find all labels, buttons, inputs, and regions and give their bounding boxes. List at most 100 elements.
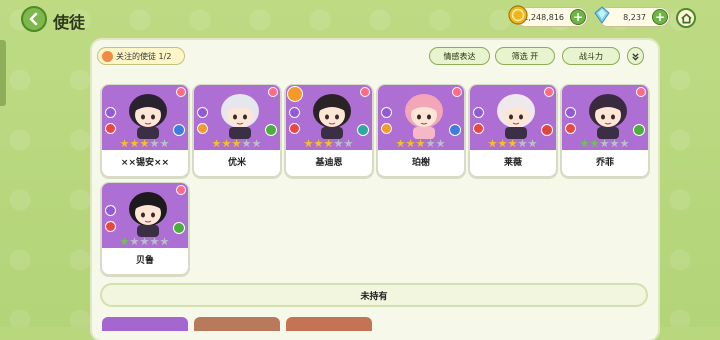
- apostle-name: ××锡安××: [120, 158, 170, 168]
- apostle-card[interactable]: 贝鲁: [102, 183, 188, 274]
- star-icon: [416, 139, 425, 148]
- apostle-card[interactable]: 优米: [194, 85, 280, 176]
- apostle-name: 乔菲: [595, 158, 614, 168]
- star-icon: [212, 139, 221, 148]
- unowned-card-peek[interactable]: [286, 317, 372, 331]
- expand-button[interactable]: [627, 47, 644, 65]
- red-arrow-icon[interactable]: [541, 124, 553, 136]
- followed-count: 1/2: [158, 51, 172, 61]
- home-button[interactable]: [676, 8, 696, 28]
- star-icon: [498, 139, 507, 148]
- star-rating: [120, 237, 169, 246]
- spiral-class-icon: [381, 107, 392, 118]
- apostle-name: 基迪恩: [315, 158, 343, 168]
- unowned-section-header[interactable]: 未持有: [102, 285, 646, 305]
- star-icon: [426, 139, 435, 148]
- crystal-gem-icon: [594, 6, 610, 24]
- teal-arrow-icon[interactable]: [357, 124, 369, 136]
- star-rating: [212, 139, 261, 148]
- bookmark-pin-icon: [636, 87, 646, 97]
- star-icon: [160, 237, 169, 246]
- spiral-class-icon: [105, 107, 116, 118]
- chibi-character-icon: [129, 94, 167, 139]
- side-tab[interactable]: [0, 40, 6, 106]
- star-icon: [344, 139, 353, 148]
- followed-apostles-filter[interactable]: 关注的使徒 1/2: [97, 47, 185, 65]
- blue-arrow-icon[interactable]: [173, 124, 185, 136]
- star-icon: [304, 139, 313, 148]
- sword-icon: [105, 123, 116, 134]
- gem-resource: 8,237 +: [594, 6, 670, 27]
- star-icon: [590, 139, 599, 148]
- bookmark-pin-icon: [268, 87, 278, 97]
- star-icon: [436, 139, 445, 148]
- bookmark-pin-icon: [176, 185, 186, 195]
- add-gold-button[interactable]: +: [570, 9, 586, 25]
- sword-icon: [105, 221, 116, 232]
- star-icon: [120, 237, 129, 246]
- green-arrow-icon[interactable]: [633, 124, 645, 136]
- apostle-name: 珀榭: [411, 158, 430, 168]
- apostle-portrait: [470, 85, 556, 150]
- chibi-character-icon: [221, 94, 259, 139]
- add-gem-button[interactable]: +: [652, 9, 668, 25]
- apostle-name: 贝鲁: [135, 256, 154, 266]
- apostle-name: 莱薇: [503, 158, 522, 168]
- green-arrow-icon[interactable]: [265, 124, 277, 136]
- apostle-card[interactable]: 珀榭: [378, 85, 464, 176]
- star-icon: [120, 139, 129, 148]
- spiral-class-icon: [289, 107, 300, 118]
- star-icon: [252, 139, 261, 148]
- unowned-card-peek[interactable]: [102, 317, 188, 331]
- followed-label: 关注的使徒: [116, 51, 156, 61]
- star-icon: [140, 237, 149, 246]
- chibi-character-icon: [589, 94, 627, 139]
- star-icon: [488, 139, 497, 148]
- star-icon: [580, 139, 589, 148]
- back-button[interactable]: [21, 6, 47, 32]
- cross-icon: [381, 123, 392, 134]
- spiral-class-icon: [565, 107, 576, 118]
- gold-amount: 1,248,816: [523, 12, 564, 22]
- apostle-name: 优米: [227, 158, 246, 168]
- star-icon: [222, 139, 231, 148]
- star-icon: [508, 139, 517, 148]
- star-icon: [600, 139, 609, 148]
- star-icon: [334, 139, 343, 148]
- favorite-heart-icon[interactable]: [287, 86, 303, 102]
- sort-power-button[interactable]: 战斗力: [562, 47, 620, 65]
- apostle-card[interactable]: ××锡安××: [102, 85, 188, 176]
- apostle-card[interactable]: 乔菲: [562, 85, 648, 176]
- star-icon: [232, 139, 241, 148]
- sword-icon: [565, 123, 576, 134]
- apostle-card[interactable]: 莱薇: [470, 85, 556, 176]
- blue-arrow-icon[interactable]: [449, 124, 461, 136]
- apostle-portrait: [562, 85, 648, 150]
- apostle-portrait: [102, 85, 188, 150]
- apostle-portrait: [286, 85, 372, 150]
- sword-icon: [289, 123, 300, 134]
- apostle-portrait: [194, 85, 280, 150]
- filter-button[interactable]: 筛选 开: [495, 47, 555, 65]
- star-icon: [242, 139, 251, 148]
- gold-resource: 1,248,816 +: [508, 5, 588, 27]
- star-icon: [528, 139, 537, 148]
- star-icon: [610, 139, 619, 148]
- star-icon: [160, 139, 169, 148]
- star-icon: [396, 139, 405, 148]
- apostle-portrait: [378, 85, 464, 150]
- star-icon: [130, 237, 139, 246]
- page-title: 使徒: [53, 13, 86, 32]
- unowned-card-peek[interactable]: [194, 317, 280, 331]
- spiral-class-icon: [105, 205, 116, 216]
- star-rating: [120, 139, 169, 148]
- emotion-expression-button[interactable]: 情感表达: [429, 47, 490, 65]
- star-icon: [620, 139, 629, 148]
- green-arrow-icon[interactable]: [173, 222, 185, 234]
- chevron-left-icon: [29, 12, 38, 26]
- apostle-card[interactable]: 基迪恩: [286, 85, 372, 176]
- gold-coin-icon: [508, 5, 528, 25]
- star-icon: [314, 139, 323, 148]
- chibi-character-icon: [405, 94, 443, 139]
- star-icon: [150, 237, 159, 246]
